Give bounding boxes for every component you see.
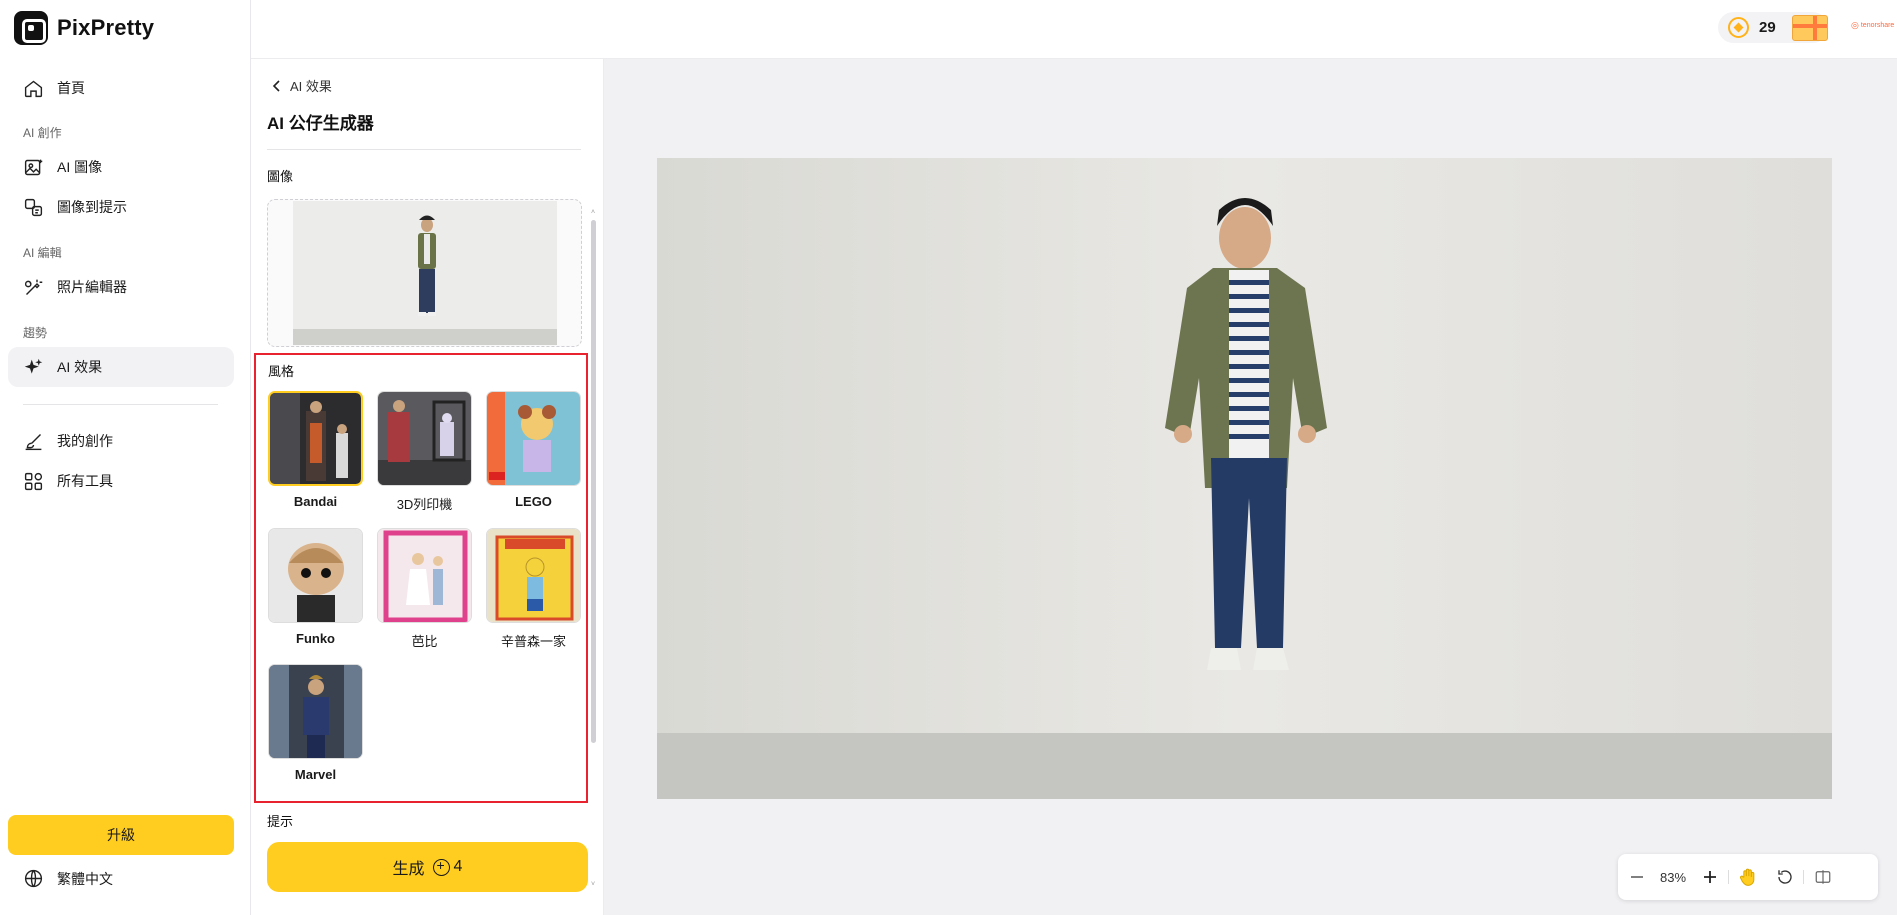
scroll-thumb[interactable] bbox=[591, 220, 596, 743]
section-trend: 趨勢 bbox=[23, 326, 48, 340]
nav-divider bbox=[23, 404, 218, 405]
brand-logo[interactable]: ◎ tenorshare bbox=[1851, 20, 1894, 31]
style-thumb-bandai bbox=[268, 391, 363, 486]
style-section: 風格 Bandai 3D列印機 LEGO Funko 芭比 辛普森一家 Marv… bbox=[254, 353, 588, 803]
logo-icon bbox=[14, 11, 48, 45]
chevron-left-icon bbox=[272, 79, 280, 92]
zoom-in-button[interactable] bbox=[1691, 854, 1728, 900]
nav-my-creations[interactable]: 我的創作 bbox=[8, 421, 234, 461]
style-name: 3D列印機 bbox=[396, 497, 453, 512]
style-option-lego[interactable]: LEGO bbox=[486, 391, 581, 509]
nav-home-label: 首頁 bbox=[57, 80, 85, 96]
nav-ai-effects[interactable]: AI 效果 bbox=[8, 347, 234, 387]
app-name: PixPretty bbox=[57, 15, 155, 40]
nav-my-creations-label: 我的創作 bbox=[57, 433, 113, 449]
reset-button[interactable] bbox=[1766, 854, 1803, 900]
image-section-label: 圖像 bbox=[267, 169, 294, 184]
uploaded-image-thumbnail bbox=[293, 201, 557, 345]
generate-label: 生成 bbox=[392, 861, 425, 878]
style-thumb-simpsons bbox=[486, 528, 581, 623]
style-option-simpsons[interactable]: 辛普森一家 bbox=[486, 528, 581, 650]
language-label: 繁體中文 bbox=[57, 870, 113, 887]
back-link-label: AI 效果 bbox=[290, 79, 332, 94]
compare-icon bbox=[1815, 870, 1830, 884]
scroll-down-icon[interactable]: ˅ bbox=[591, 881, 597, 888]
grid-icon bbox=[24, 472, 43, 490]
effect-panel: AI 效果 AI 公仔生成器 圖像 風格 Bandai 3D列印機 LEGO F… bbox=[251, 59, 604, 915]
style-name: 辛普森一家 bbox=[500, 634, 566, 649]
minus-icon bbox=[1630, 876, 1643, 878]
preview-image bbox=[657, 158, 1832, 799]
brand-mark-icon: ◎ bbox=[1851, 20, 1859, 30]
pan-tool-button[interactable] bbox=[1729, 854, 1766, 900]
zoom-toolbar: 83% bbox=[1618, 854, 1878, 900]
style-name: Marvel bbox=[294, 767, 337, 782]
top-bar: 29 ◎ tenorshare bbox=[251, 0, 1897, 59]
home-icon bbox=[24, 80, 43, 97]
sidebar: PixPretty 首頁 AI 創作 AI 圖像 圖像到提示 AI 編輯 照片編… bbox=[0, 0, 251, 915]
style-option-bandai[interactable]: Bandai bbox=[268, 391, 363, 509]
nav-home[interactable]: 首頁 bbox=[8, 68, 234, 108]
nav-image-to-prompt[interactable]: 圖像到提示 bbox=[8, 187, 234, 227]
style-option-marvel[interactable]: Marvel bbox=[268, 664, 363, 782]
image-upload-area[interactable] bbox=[267, 199, 582, 347]
style-option-funko[interactable]: Funko bbox=[268, 528, 363, 646]
style-name: LEGO bbox=[515, 494, 552, 509]
style-name: Bandai bbox=[293, 494, 338, 509]
nav-all-tools[interactable]: 所有工具 bbox=[8, 461, 234, 501]
rotate-icon bbox=[1777, 870, 1792, 884]
style-thumb-3d-printer bbox=[377, 391, 472, 486]
credits-count: 29 bbox=[1759, 19, 1776, 36]
nav-ai-image[interactable]: AI 圖像 bbox=[8, 147, 234, 187]
globe-icon bbox=[24, 869, 43, 888]
magic-wand-icon bbox=[24, 279, 43, 295]
nav-ai-effects-label: AI 效果 bbox=[57, 359, 103, 375]
brush-icon bbox=[25, 433, 42, 450]
panel-scrollbar[interactable]: ˄ ˅ bbox=[591, 154, 597, 888]
scroll-up-icon[interactable]: ˄ bbox=[591, 209, 597, 216]
generate-cost: 4 bbox=[453, 858, 463, 875]
style-thumb-barbie bbox=[377, 528, 472, 623]
style-section-label: 風格 bbox=[268, 364, 295, 379]
image-to-text-icon bbox=[24, 198, 43, 216]
plus-icon bbox=[1703, 871, 1716, 883]
hand-icon bbox=[1739, 868, 1754, 886]
brand-name: tenorshare bbox=[1860, 22, 1895, 29]
preview-canvas: 83% bbox=[604, 59, 1897, 915]
panel-divider bbox=[267, 149, 581, 150]
style-name: Funko bbox=[296, 631, 335, 646]
gift-icon[interactable] bbox=[1792, 15, 1828, 41]
style-name: 芭比 bbox=[411, 634, 438, 649]
language-selector[interactable]: 繁體中文 bbox=[23, 868, 113, 889]
compare-button[interactable] bbox=[1804, 854, 1841, 900]
nav-photo-editor[interactable]: 照片編輯器 bbox=[8, 267, 234, 307]
upgrade-button[interactable]: 升級 bbox=[8, 815, 234, 855]
zoom-level: 83% bbox=[1659, 869, 1687, 885]
generate-button[interactable]: 生成 4 bbox=[267, 842, 588, 892]
sparkles-icon bbox=[24, 358, 43, 374]
style-option-3d-printer[interactable]: 3D列印機 bbox=[377, 391, 472, 513]
nav-photo-editor-label: 照片編輯器 bbox=[57, 279, 127, 295]
nav-image-to-prompt-label: 圖像到提示 bbox=[57, 199, 127, 215]
section-ai-edit: AI 編輯 bbox=[23, 246, 62, 260]
image-sparkle-icon bbox=[24, 159, 43, 175]
logo[interactable]: PixPretty bbox=[14, 11, 154, 45]
style-option-barbie[interactable]: 芭比 bbox=[377, 528, 472, 650]
style-thumb-marvel bbox=[268, 664, 363, 759]
section-ai-create: AI 創作 bbox=[23, 126, 62, 140]
nav-all-tools-label: 所有工具 bbox=[57, 473, 113, 489]
panel-title: AI 公仔生成器 bbox=[267, 114, 374, 133]
back-link[interactable]: AI 效果 bbox=[271, 76, 332, 95]
prompt-section-label: 提示 bbox=[267, 814, 294, 829]
style-thumb-funko bbox=[268, 528, 363, 623]
style-thumb-lego bbox=[486, 391, 581, 486]
nav-ai-image-label: AI 圖像 bbox=[57, 159, 103, 175]
coin-icon bbox=[1728, 17, 1749, 38]
zoom-out-button[interactable] bbox=[1618, 854, 1655, 900]
credit-icon bbox=[432, 857, 450, 876]
